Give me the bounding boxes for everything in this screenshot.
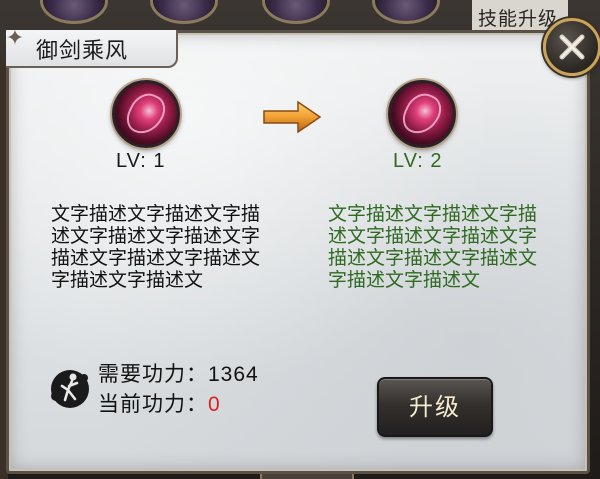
next-skill-icon bbox=[388, 80, 456, 148]
background-orb bbox=[372, 0, 440, 24]
current-level-description: 文字描述文字描述文字描述文字描述文字描述文字描述文字描述文字描述文字描述文字描述… bbox=[51, 203, 261, 291]
next-level-description: 文字描述文字描述文字描述文字描述文字描述文字描述文字描述文字描述文字描述文字描述… bbox=[328, 203, 538, 291]
skill-name-title: 御剑乘风 bbox=[36, 39, 129, 64]
right-arrow-icon bbox=[263, 100, 322, 134]
upgrade-button[interactable]: 升级 bbox=[377, 377, 493, 437]
current-power-row: 当前功力：0 bbox=[98, 388, 221, 418]
corner-ornament-icon: ✦ bbox=[5, 26, 25, 51]
background-orb bbox=[150, 0, 218, 24]
current-power-value: 0 bbox=[208, 393, 221, 416]
background-orb bbox=[262, 0, 330, 24]
close-button[interactable] bbox=[543, 18, 600, 76]
required-power-row: 需要功力：1364 bbox=[98, 358, 259, 388]
martial-artist-icon bbox=[51, 370, 89, 408]
current-skill-icon bbox=[112, 80, 180, 148]
current-power-label: 当前功力： bbox=[98, 392, 208, 416]
background-orb bbox=[40, 0, 108, 24]
close-icon bbox=[559, 34, 585, 60]
game-screen: 技能升级 ✦ 御剑乘风 LV: 1 LV: 2 文字描述文字描述文字描述文字描述… bbox=[0, 0, 600, 479]
next-level-label: LV: 2 bbox=[393, 150, 443, 172]
required-power-label: 需要功力： bbox=[98, 362, 208, 386]
required-power-value: 1364 bbox=[208, 363, 259, 386]
current-level-label: LV: 1 bbox=[116, 150, 166, 172]
